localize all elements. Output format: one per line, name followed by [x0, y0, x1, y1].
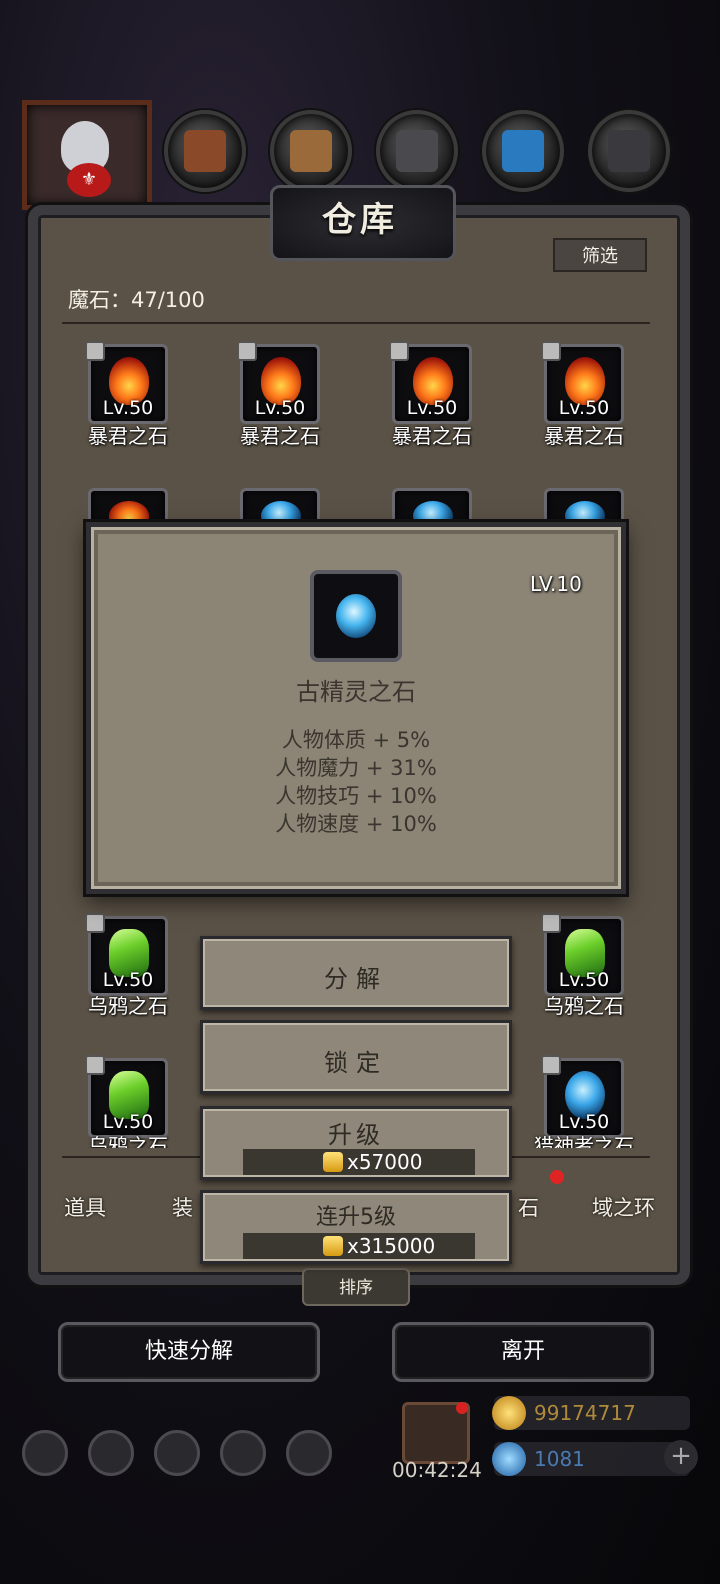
- tab-stones[interactable]: 石: [518, 1192, 539, 1222]
- stat-line: 人物速度 + 10%: [275, 812, 437, 836]
- tab-stairs-icon[interactable]: [376, 110, 458, 192]
- stone-count: 魔石：47/100: [68, 288, 205, 312]
- mail-icon[interactable]: [220, 1430, 266, 1476]
- page-title: 仓库: [322, 200, 398, 240]
- decompose-button[interactable]: 分解: [200, 936, 512, 1010]
- cost-bar: x57000: [243, 1149, 475, 1175]
- upgrade5-label: 连升5级: [316, 1205, 396, 1230]
- castle-icon[interactable]: [154, 1430, 200, 1476]
- lock-label: 锁定: [324, 1049, 388, 1077]
- lock-icon: [541, 1055, 561, 1075]
- item-name: 猎神者之石: [534, 1134, 634, 1148]
- item-slot[interactable]: Lv.50: [541, 1055, 624, 1138]
- notification-dot: [456, 1402, 468, 1414]
- ancient-elf-stone-icon: [336, 594, 376, 638]
- decompose-label: 分解: [324, 965, 388, 993]
- item-name: 暴君之石: [544, 424, 624, 448]
- item-level: Lv.50: [406, 397, 458, 419]
- map-icon[interactable]: [286, 1430, 332, 1476]
- blue-gem-icon: [492, 1442, 526, 1476]
- tab-realm-ring[interactable]: 域之环: [592, 1192, 655, 1222]
- sort-button[interactable]: 排序: [302, 1268, 410, 1306]
- upgrade-cost: x57000: [347, 1150, 423, 1174]
- item-level: Lv.50: [102, 969, 154, 991]
- character-avatar[interactable]: ⚜: [22, 100, 152, 210]
- add-currency-button[interactable]: +: [664, 1440, 698, 1474]
- achievement-icon[interactable]: [88, 1430, 134, 1476]
- upgrade-label: 升级: [328, 1121, 384, 1149]
- item-name: 暴君之石: [240, 424, 320, 448]
- gold-value: 99174717: [534, 1401, 636, 1425]
- item-slot[interactable]: Lv.50: [541, 341, 624, 424]
- item-slot[interactable]: Lv.50: [85, 1055, 168, 1138]
- tab-crystal-icon[interactable]: [482, 110, 564, 192]
- settings-icon[interactable]: [22, 1430, 68, 1476]
- item-detail-level: LV.10: [530, 572, 582, 596]
- gem-value: 1081: [534, 1447, 585, 1471]
- lock-icon: [237, 341, 257, 361]
- upgrade5-cost: x315000: [347, 1234, 436, 1258]
- gift-timer: 00:42:24: [392, 1458, 482, 1482]
- lock-icon: [541, 913, 561, 933]
- item-slot[interactable]: Lv.50: [85, 341, 168, 424]
- item-detail-name: 古精灵之石: [296, 678, 416, 706]
- stat-line: 人物技巧 + 10%: [275, 784, 437, 808]
- item-name: 乌鸦之石: [88, 994, 168, 1018]
- gold-coin-icon: [323, 1152, 343, 1172]
- stat-line: 人物体质 + 5%: [281, 728, 431, 752]
- item-level: Lv.50: [254, 397, 306, 419]
- item-name: 乌鸦之石: [88, 1134, 168, 1148]
- stat-line: 人物魔力 + 31%: [275, 756, 437, 780]
- upgrade5-button[interactable]: 连升5级 x315000: [200, 1190, 512, 1264]
- item-level: Lv.50: [558, 397, 610, 419]
- item-level: Lv.50: [558, 969, 610, 991]
- avatar-badge-icon: ⚜: [67, 163, 111, 197]
- tab-items[interactable]: 道具: [64, 1192, 106, 1222]
- item-slot[interactable]: Lv.50: [237, 341, 320, 424]
- tab-equipment[interactable]: 装: [172, 1192, 193, 1222]
- item-slot[interactable]: Lv.50: [389, 341, 472, 424]
- item-name: 暴君之石: [392, 424, 472, 448]
- item-detail-slot: [310, 570, 402, 662]
- item-slot[interactable]: Lv.50: [85, 913, 168, 996]
- tab-scroll-icon[interactable]: [270, 110, 352, 192]
- lock-button[interactable]: 锁定: [200, 1020, 512, 1094]
- upgrade-button[interactable]: 升级 x57000: [200, 1106, 512, 1180]
- tab-armor-icon[interactable]: [164, 110, 246, 192]
- divider: [62, 322, 650, 324]
- item-name: 暴君之石: [88, 424, 168, 448]
- item-slot[interactable]: Lv.50: [541, 913, 624, 996]
- lock-icon: [389, 341, 409, 361]
- gold-coin-icon: [323, 1236, 343, 1256]
- gold-coin-icon: [492, 1396, 526, 1430]
- item-level: Lv.50: [102, 397, 154, 419]
- lock-icon: [85, 1055, 105, 1075]
- lock-icon: [541, 341, 561, 361]
- lock-icon: [85, 341, 105, 361]
- filter-button[interactable]: 筛选: [553, 238, 647, 272]
- item-name: 乌鸦之石: [544, 994, 624, 1018]
- tab-forge-icon[interactable]: [588, 110, 670, 192]
- cost-bar: x315000: [243, 1233, 475, 1259]
- lock-icon: [85, 913, 105, 933]
- leave-button[interactable]: 离开: [392, 1322, 654, 1382]
- notification-dot: [550, 1170, 564, 1184]
- quick-decompose-button[interactable]: 快速分解: [58, 1322, 320, 1382]
